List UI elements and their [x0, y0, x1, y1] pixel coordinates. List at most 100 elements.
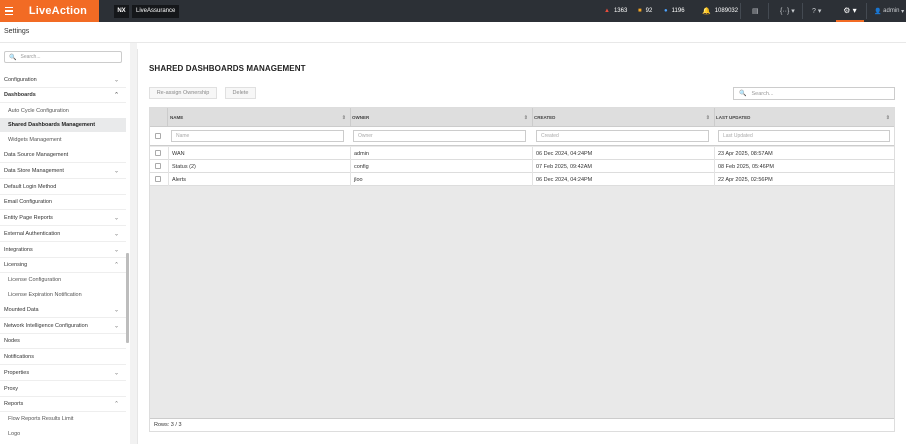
warning-triangle-icon: ▲	[604, 8, 610, 14]
sidebar-item-mounted-data[interactable]: Mounted Data ⌄	[0, 302, 126, 318]
column-header-name[interactable]: NAME ⇕	[168, 108, 350, 127]
chevron-up-icon: ⌃	[113, 401, 119, 408]
cell-owner: admin	[350, 147, 532, 160]
sidebar-item-configuration[interactable]: Configuration ⌄	[0, 72, 126, 88]
code-menu-icon[interactable]: {··} ▾	[780, 0, 795, 22]
cell-name: Alerts	[168, 173, 350, 186]
cell-last-updated: 22 Apr 2025, 02:56PM	[714, 173, 894, 186]
cell-created: 06 Dec 2024, 04:24PM	[532, 147, 714, 160]
column-header-created[interactable]: CREATED ⇕	[532, 108, 714, 127]
chevron-up-icon: ⌃	[113, 262, 119, 269]
sidebar-item-network-intelligence[interactable]: Network Intelligence Configuration ⌄	[0, 318, 126, 334]
cell-last-updated: 23 Apr 2025, 08:57AM	[714, 147, 894, 160]
sidebar-item-data-store[interactable]: Data Store Management ⌄	[0, 163, 126, 179]
sort-icon[interactable]: ⇕	[524, 115, 528, 121]
sidebar-item-reports[interactable]: Reports ⌃	[0, 397, 126, 412]
sidebar-item-notifications[interactable]: Notifications	[0, 349, 126, 365]
sidebar-item-data-source[interactable]: Data Source Management	[0, 147, 126, 163]
table-search-input[interactable]: 🔍 Search...	[733, 87, 895, 100]
filter-row: Name Owner Created Last Updated	[150, 127, 894, 146]
top-navigation-bar: LiveAction NX LiveAssurance	[0, 0, 906, 22]
owner-filter-input[interactable]: Owner	[353, 130, 526, 142]
column-header-last-updated[interactable]: LAST UPDATED ⇕	[714, 108, 894, 127]
row-checkbox[interactable]	[155, 150, 161, 156]
user-menu[interactable]: 👤 admin ▾	[874, 0, 904, 22]
product-switcher[interactable]: LiveAssurance	[132, 4, 180, 18]
last-updated-filter-input[interactable]: Last Updated	[718, 130, 890, 142]
page-title: Settings	[4, 28, 30, 35]
brand-logo[interactable]: LiveAction	[17, 0, 99, 22]
row-checkbox[interactable]	[155, 163, 161, 169]
user-icon: 👤	[874, 8, 882, 15]
created-filter-input[interactable]: Created	[536, 130, 709, 142]
critical-alerts-count[interactable]: ▲ 1363	[604, 0, 627, 22]
sidebar-item-logo[interactable]: Logo	[0, 426, 126, 441]
sidebar-item-default-login[interactable]: Default Login Method	[0, 179, 126, 195]
notifications-count[interactable]: 🔔 1089032	[702, 0, 738, 22]
reassign-ownership-button[interactable]: Re-assign Ownership	[149, 87, 217, 99]
column-header-owner[interactable]: OWNER ⇕	[350, 108, 532, 127]
sidebar-item-proxy[interactable]: Proxy	[0, 381, 126, 397]
cell-name: Status (2)	[168, 160, 350, 173]
sort-icon[interactable]: ⇕	[342, 115, 346, 121]
chevron-down-icon: ⌄	[113, 77, 119, 83]
sidebar-item-nodes[interactable]: Nodes	[0, 334, 126, 349]
sidebar-item-flow-reports-limit[interactable]: Flow Reports Results Limit	[0, 412, 126, 426]
divider	[350, 108, 351, 127]
sidebar-item-properties[interactable]: Properties ⌄	[0, 365, 126, 381]
chat-icon[interactable]: ▤	[752, 0, 759, 22]
content-gutter	[130, 43, 137, 444]
select-all-checkbox[interactable]	[155, 133, 161, 139]
sidebar-item-widgets[interactable]: Widgets Management	[0, 132, 126, 147]
sidebar-search-input[interactable]: 🔍 Search...	[4, 51, 122, 63]
major-alerts-count[interactable]: ■ 92	[638, 0, 652, 22]
dashboards-table: NAME ⇕ OWNER ⇕ CREATED ⇕ LAST UPDATED ⇕ Name…	[149, 107, 895, 432]
row-checkbox[interactable]	[155, 176, 161, 182]
cell-owner: jloo	[350, 173, 532, 186]
cell-created: 07 Feb 2025, 09:42AM	[532, 160, 714, 173]
divider	[714, 108, 715, 127]
sidebar-item-external-auth[interactable]: External Authentication ⌄	[0, 226, 126, 242]
table-row[interactable]: Status (2) config 07 Feb 2025, 09:42AM 0…	[150, 160, 894, 173]
chevron-down-icon: ⌄	[113, 323, 119, 329]
sidebar-item-auto-cycle[interactable]: Auto Cycle Configuration	[0, 103, 126, 118]
divider	[802, 3, 803, 19]
help-icon[interactable]: ? ▾	[812, 0, 821, 22]
chevron-down-icon: ⌄	[113, 307, 119, 313]
table-row[interactable]: WAN admin 06 Dec 2024, 04:24PM 23 Apr 20…	[150, 147, 894, 160]
divider	[768, 3, 769, 19]
sidebar-item-integrations[interactable]: Integrations ⌄	[0, 242, 126, 258]
sidebar-item-shared-dashboards[interactable]: Shared Dashboards Management	[0, 118, 126, 132]
chevron-down-icon: ⌄	[113, 231, 119, 237]
cell-owner: config	[350, 160, 532, 173]
chevron-down-icon: ⌄	[113, 370, 119, 376]
sidebar-item-license-configuration[interactable]: License Configuration	[0, 273, 126, 287]
divider	[532, 108, 533, 127]
search-icon: 🔍	[739, 91, 747, 97]
sidebar-item-entity-page-reports[interactable]: Entity Page Reports ⌄	[0, 210, 126, 226]
cell-created: 06 Dec 2024, 04:24PM	[532, 173, 714, 186]
square-icon: ■	[638, 8, 642, 14]
sort-icon[interactable]: ⇕	[886, 115, 890, 121]
sidebar-scrollbar[interactable]	[126, 253, 129, 343]
table-header: NAME ⇕ OWNER ⇕ CREATED ⇕ LAST UPDATED ⇕	[150, 108, 894, 127]
sidebar-item-dashboards[interactable]: Dashboards ⌃	[0, 88, 126, 103]
table-footer-row-count: Rows: 3 / 3	[150, 418, 894, 431]
chevron-up-icon: ⌃	[113, 92, 119, 99]
sidebar-item-email[interactable]: Email Configuration	[0, 195, 126, 210]
delete-button[interactable]: Delete	[225, 87, 256, 99]
nx-badge[interactable]: NX	[114, 4, 129, 18]
sort-icon[interactable]: ⇕	[706, 115, 710, 121]
divider	[740, 3, 741, 19]
info-alerts-count[interactable]: ● 1196	[664, 0, 685, 22]
cell-name: WAN	[168, 147, 350, 160]
sidebar-item-licensing[interactable]: Licensing ⌃	[0, 258, 126, 273]
chevron-down-icon: ⌄	[113, 247, 119, 253]
sidebar-item-license-expiration[interactable]: License Expiration Notification	[0, 287, 126, 302]
hamburger-menu-icon[interactable]	[0, 0, 17, 22]
name-filter-input[interactable]: Name	[171, 130, 344, 142]
section-title: SHARED DASHBOARDS MANAGEMENT	[149, 64, 306, 73]
settings-gear-icon[interactable]: ⚙ ▾	[836, 0, 864, 22]
table-row[interactable]: Alerts jloo 06 Dec 2024, 04:24PM 22 Apr …	[150, 173, 894, 186]
chevron-down-icon: ⌄	[113, 215, 119, 221]
